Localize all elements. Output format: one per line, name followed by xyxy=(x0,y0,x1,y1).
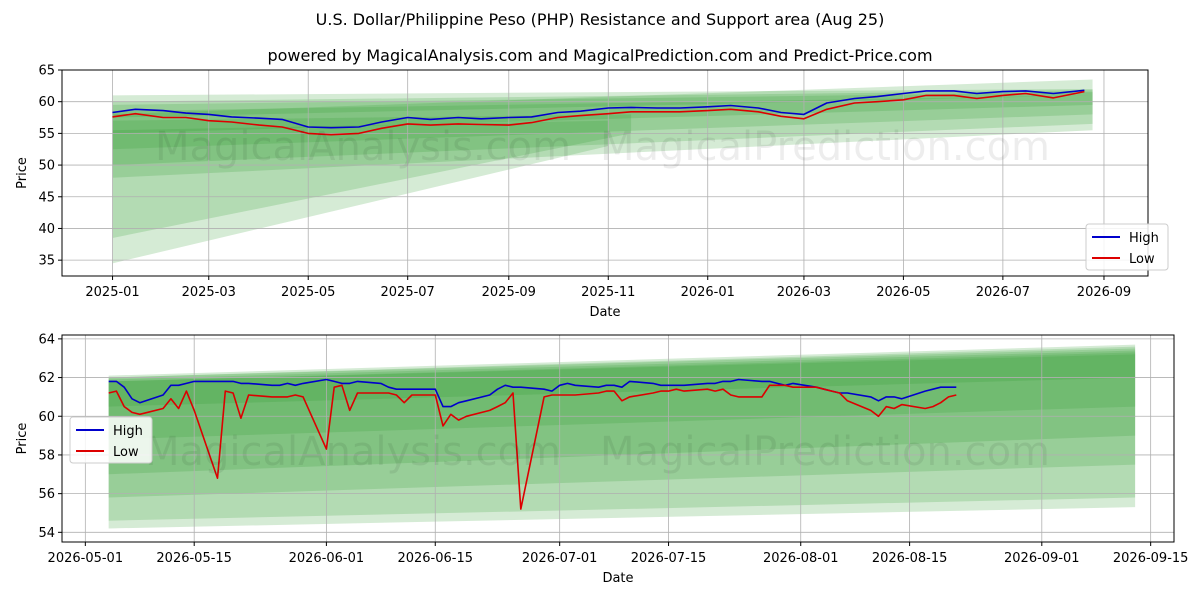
x-tick-label: 2025-07 xyxy=(381,285,435,300)
plot-area: MagicalAnalysis.com MagicalPrediction.com xyxy=(62,335,1174,542)
x-tick-label: 2026-09-15 xyxy=(1113,551,1189,566)
chart-panel-2: MagicalAnalysis.com MagicalPrediction.com… xyxy=(15,332,1188,586)
legend-label-low: Low xyxy=(113,445,139,460)
y-axis-label: Price xyxy=(15,157,30,189)
x-tick-label: 2026-05-15 xyxy=(156,551,232,566)
chart-canvas: MagicalAnalysis.com MagicalPrediction.com… xyxy=(15,64,1188,587)
x-tick-label: 2026-09-01 xyxy=(1004,551,1080,566)
y-tick-label: 58 xyxy=(38,448,55,463)
legend-label-high: High xyxy=(1129,231,1159,246)
watermark-text: MagicalAnalysis.com xyxy=(145,429,561,475)
chart-panel-1: MagicalAnalysis.com MagicalPrediction.com… xyxy=(15,64,1169,320)
watermark-text: MagicalPrediction.com xyxy=(600,429,1050,475)
y-tick-label: 40 xyxy=(38,222,55,237)
x-tick-label: 2026-08-15 xyxy=(872,551,948,566)
x-tick-label: 2025-05 xyxy=(281,285,335,300)
x-tick-label: 2026-06-15 xyxy=(397,551,473,566)
watermark-text: MagicalPrediction.com xyxy=(600,124,1050,170)
y-tick-label: 45 xyxy=(38,190,55,205)
legend: High Low xyxy=(69,416,153,464)
y-tick-label: 60 xyxy=(38,410,55,425)
x-tick-label: 2025-09 xyxy=(482,285,536,300)
x-tick-label: 2025-01 xyxy=(85,285,139,300)
y-tick-label: 35 xyxy=(38,254,55,269)
y-tick-label: 64 xyxy=(38,332,55,347)
y-tick-label: 54 xyxy=(38,526,55,541)
x-axis-label: Date xyxy=(589,305,620,320)
x-tick-label: 2025-11 xyxy=(581,285,635,300)
y-tick-label: 62 xyxy=(38,371,55,386)
x-tick-label: 2026-08-01 xyxy=(763,551,839,566)
x-tick-label: 2026-07 xyxy=(976,285,1030,300)
x-tick-label: 2026-03 xyxy=(777,285,831,300)
y-tick-label: 50 xyxy=(38,159,55,174)
x-tick-label: 2025-03 xyxy=(182,285,236,300)
y-axis-label: Price xyxy=(15,423,30,455)
y-tick-label: 65 xyxy=(38,64,55,79)
x-tick-label: 2026-07-01 xyxy=(522,551,598,566)
y-tick-label: 60 xyxy=(38,95,55,110)
legend: High Low xyxy=(1085,223,1169,271)
x-tick-label: 2026-06-01 xyxy=(289,551,365,566)
legend-label-high: High xyxy=(113,424,143,439)
x-tick-label: 2026-01 xyxy=(681,285,735,300)
x-tick-label: 2026-07-15 xyxy=(631,551,707,566)
x-tick-label: 2026-05-01 xyxy=(48,551,124,566)
y-tick-label: 55 xyxy=(38,127,55,142)
x-tick-label: 2026-09 xyxy=(1077,285,1131,300)
y-tick-label: 56 xyxy=(38,487,55,502)
watermark-text: MagicalAnalysis.com xyxy=(155,124,571,170)
legend-label-low: Low xyxy=(1129,252,1155,267)
plot-area: MagicalAnalysis.com MagicalPrediction.com… xyxy=(62,70,1148,276)
x-tick-label: 2026-05 xyxy=(876,285,930,300)
x-axis-label: Date xyxy=(602,571,633,586)
